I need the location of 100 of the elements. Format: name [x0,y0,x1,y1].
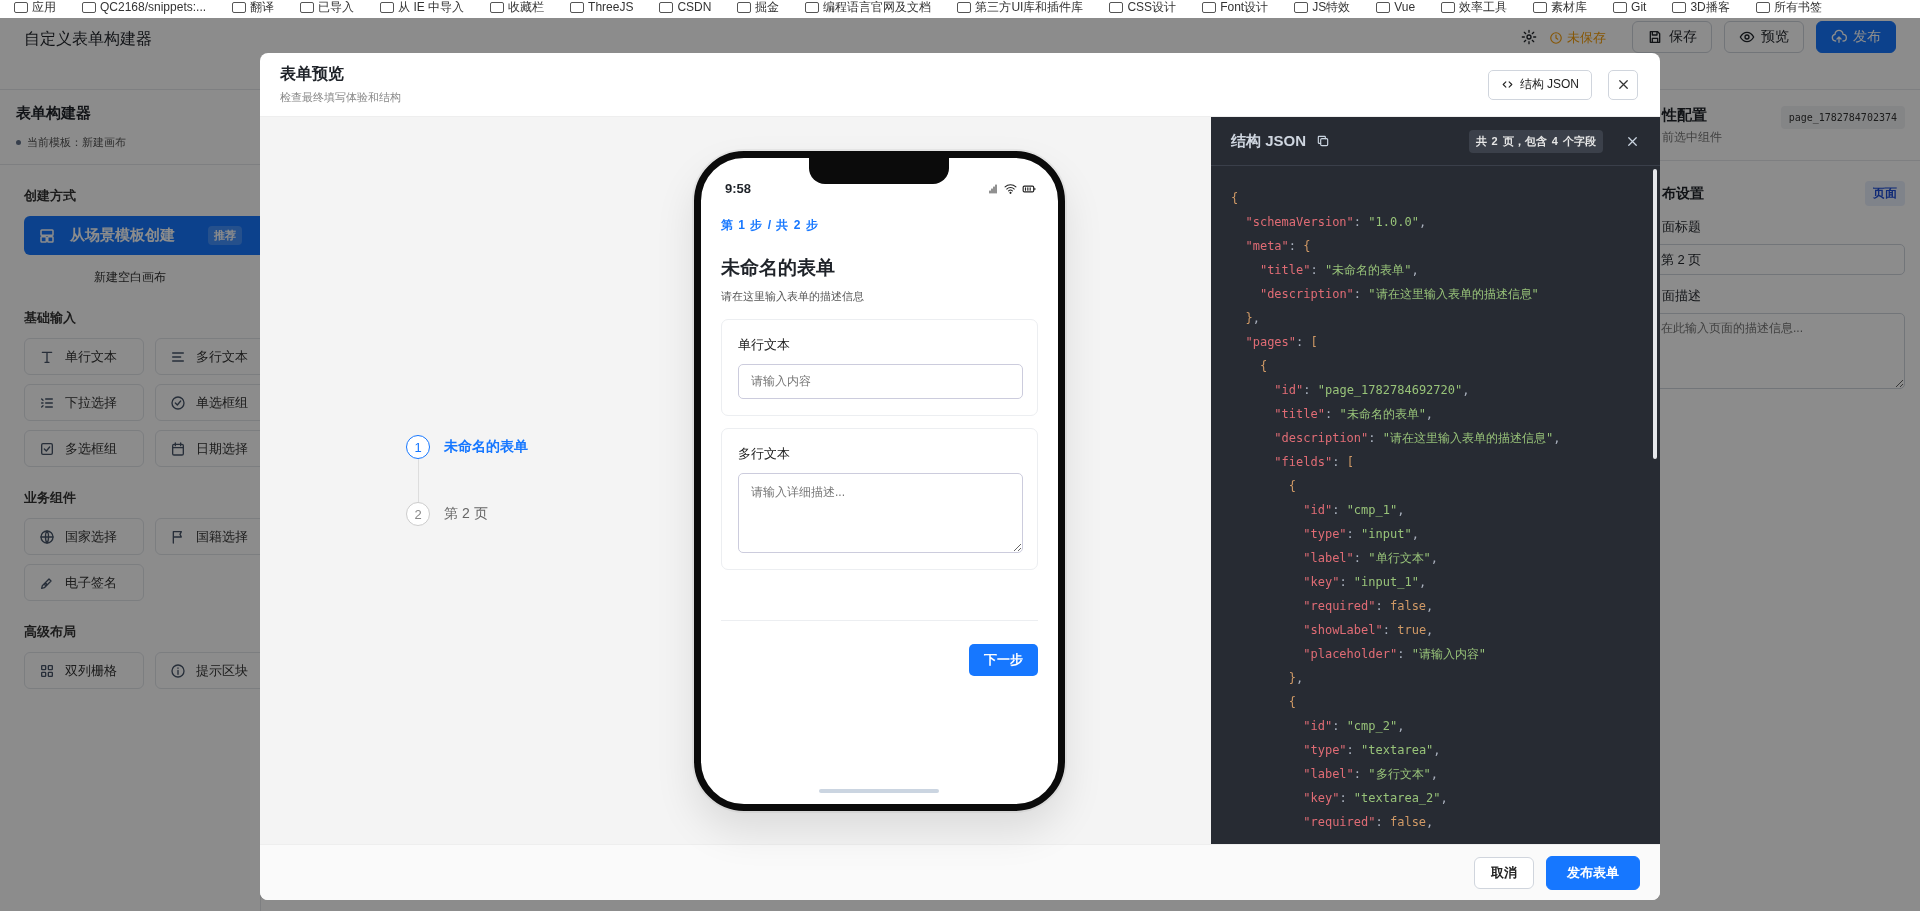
cloud-upload-icon [1831,29,1847,45]
code-line: "key": "textarea_2", [1302,790,1448,807]
bookmark[interactable]: 3D播客 [1690,0,1730,14]
checkbox-icon [39,440,55,457]
component-item[interactable]: 下拉选择 [24,384,144,421]
bookmark[interactable]: 效率工具 [1459,0,1508,14]
status-time: 9:58 [725,180,752,196]
step-item[interactable]: 2 第 2 页 [406,502,646,526]
folder-icon [1202,2,1217,13]
bookmark[interactable]: Git [1631,0,1647,14]
folder-icon [570,2,585,13]
blank-canvas-link[interactable]: 新建空白画布 [24,268,236,287]
text-field[interactable]: 请输入内容 [738,363,1023,399]
folder-icon [805,2,820,13]
scrollbar[interactable] [1653,169,1657,459]
bookmark[interactable]: QC2168/snippets:... [100,0,207,14]
status-dot [16,140,21,145]
globe-icon [39,528,55,545]
folder-icon [659,2,674,13]
folder-icon [1672,2,1687,13]
info-icon [170,662,186,679]
section-title: 高级布局 [24,623,77,641]
component-item[interactable]: 单行文本 [24,338,144,375]
form-title: 未命名的表单 [721,255,836,280]
bookmark[interactable]: Font设计 [1220,0,1269,14]
code-line: "title": "未命名的表单", [1258,262,1419,279]
code-line: }, [1244,310,1260,327]
code-line: "key": "input_1", [1302,574,1427,591]
code-line: "fields": [ [1273,454,1354,471]
app-title: 自定义表单构建器 [24,29,153,49]
folder-icon [957,2,972,13]
code-line: "type": "input", [1302,526,1419,543]
code-line: { [1287,478,1297,495]
modal-subtitle: 检查最终填写体验和结构 [280,90,401,105]
code-line: "id": "page_1782784692720", [1273,382,1470,399]
header-button[interactable]: 保存 [1632,21,1712,53]
bookmark[interactable]: Vue [1394,0,1416,14]
close-button[interactable] [1608,69,1638,100]
bookmark[interactable]: 已导入 [318,0,355,14]
publish-button[interactable]: 发布表单 [1546,855,1640,890]
section-title: 布设置 [1662,184,1704,203]
folder-icon [1441,2,1456,13]
folder-icon [1755,2,1770,13]
code-line: "label": "多行文本", [1302,766,1438,783]
save-icon [1647,29,1663,45]
bookmark[interactable]: CSDN [677,0,712,14]
field-label: 面标题 [1662,218,1702,236]
calendar-icon [170,440,186,457]
folder-icon [1294,2,1309,13]
next-button[interactable]: 下一步 [969,643,1038,676]
bookmark[interactable]: 翻译 [250,0,275,14]
bookmark[interactable]: 从 IE 中导入 [398,0,465,14]
folder-icon [490,2,505,13]
section-title: 创建方式 [24,187,77,205]
bookmark[interactable]: 编程语言官网及文档 [823,0,932,14]
code-line: "meta": { [1244,238,1311,255]
page-badge: 页面 [1865,181,1905,206]
header-button[interactable]: 预览 [1724,21,1804,53]
component-item[interactable]: 多选框组 [24,430,144,467]
code-line: "label": "单行文本", [1302,550,1438,567]
code-line: "pages": [ [1244,334,1318,351]
signal-icon [987,182,999,195]
bookmark[interactable]: JS特效 [1312,0,1351,14]
check-circle-icon [170,394,186,411]
code-line: "showLabel": true, [1302,622,1434,639]
json-button[interactable]: 结构 JSON [1487,69,1592,100]
folder-icon [14,2,28,13]
folder-icon [300,2,315,13]
component-item[interactable]: 双列栅格 [24,652,144,689]
bookmark[interactable]: 第三方UI库和插件库 [975,0,1084,14]
code-line: { [1287,694,1297,711]
form-description: 请在这里输入表单的描述信息 [721,288,865,304]
bookmark[interactable]: 应用 [32,0,56,14]
field-label: 面描述 [1662,287,1702,305]
step-item[interactable]: 1 未命名的表单 [406,435,646,459]
code-line: "type": "textarea", [1302,742,1441,759]
bookmark[interactable]: CSS设计 [1127,0,1177,14]
bookmark[interactable]: 收藏栏 [508,0,545,14]
bookmark[interactable]: 掘金 [755,0,780,14]
bookmark[interactable]: ThreeJS [588,0,634,14]
component-item[interactable]: 电子签名 [24,564,144,601]
eye-icon [1739,29,1755,45]
folder-icon [1109,2,1124,13]
cancel-button[interactable]: 取消 [1474,856,1534,889]
bookmark[interactable]: 所有书签 [1773,0,1822,14]
component-item[interactable]: 国家选择 [24,518,144,555]
field-label: 单行文本 [738,335,791,354]
textarea-field[interactable]: 请输入详细描述... [738,472,1023,553]
code-line: "placeholder": "请输入内容" [1302,646,1487,663]
clock-icon [1549,31,1563,45]
save-status: 未保存 [1567,29,1606,47]
id-tag: page_1782784702374 [1780,106,1905,129]
code-line: }, [1287,670,1304,687]
section-title: 基础输入 [24,309,77,327]
bookmark[interactable]: 素材库 [1551,0,1588,14]
wifi-icon [1004,182,1017,195]
template-label: 当前模板：新建画布 [27,135,126,150]
grid-icon [39,662,55,679]
panel-title: 性配置 [1662,106,1708,125]
code-line: "description": "请在这里输入表单的描述信息" [1258,286,1539,303]
